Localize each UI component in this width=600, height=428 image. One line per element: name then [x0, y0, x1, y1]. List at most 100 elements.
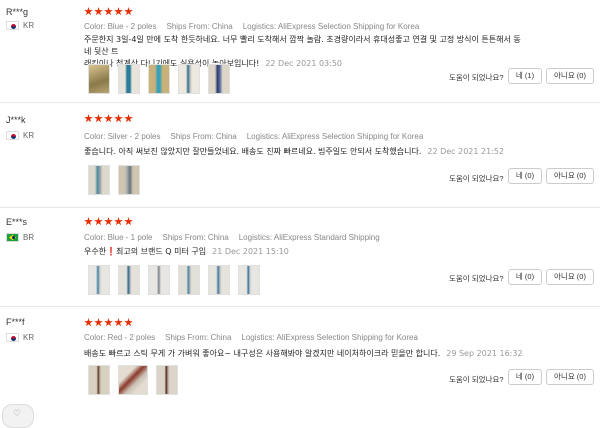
logistics: Logistics: AliExpress Standard Shipping: [238, 233, 380, 242]
helpful-yes-button[interactable]: 네 (0): [508, 269, 542, 285]
korea-flag-icon: [6, 21, 19, 30]
star-icon: [124, 318, 133, 327]
korea-flag-icon: [6, 131, 19, 140]
review-photo[interactable]: [178, 265, 200, 295]
helpful-label: 도움이 되었나요?: [449, 375, 504, 384]
ships-from: Ships From: China: [162, 233, 229, 242]
review-text-line: 좋습니다. 아직 써보진 않았지만 잘만들었네요. 배송도 진짜 빠르네요. 빔…: [84, 147, 422, 156]
review-photo[interactable]: [148, 265, 170, 295]
review-text: 배송도 빠르고 스틱 무게 가 가벼워 좋아요~ 내구성은 사용해봐야 알겠지만…: [84, 348, 544, 360]
star-rating: [84, 7, 133, 16]
reviewer-name: E***s: [6, 217, 28, 227]
review-photo[interactable]: [178, 64, 200, 94]
review-text: 우수한❗최고의 브랜드 Q 미터 구입 21 Dec 2021 15:10: [84, 246, 524, 258]
star-icon: [84, 217, 93, 226]
helpful-no-button[interactable]: 아니요 (0): [546, 68, 594, 84]
helpful-label: 도움이 되었나요?: [449, 274, 504, 283]
star-icon: [114, 318, 123, 327]
review-photo[interactable]: [208, 64, 230, 94]
star-icon: [124, 114, 133, 123]
country-code: BR: [23, 233, 35, 242]
reviewer-name: R***g: [6, 7, 29, 17]
review-photos: [88, 365, 178, 395]
review-date: 22 Dec 2021 21:52: [427, 147, 505, 156]
reviewer-name: F***f: [6, 317, 25, 327]
review-meta: Color: Blue - 1 pole Ships From: China L…: [84, 233, 380, 242]
review-text-line: 우수한❗최고의 브랜드 Q 미터 구입: [84, 247, 207, 256]
helpful-yes-button[interactable]: 네 (0): [508, 369, 542, 385]
helpful-label: 도움이 되었나요?: [449, 174, 504, 183]
ships-from: Ships From: China: [170, 132, 237, 141]
review-photo[interactable]: [156, 365, 178, 395]
star-icon: [114, 7, 123, 16]
review-photo[interactable]: [88, 265, 110, 295]
helpful-label: 도움이 되었나요?: [449, 73, 504, 82]
review-photo[interactable]: [88, 365, 110, 395]
logistics: Logistics: AliExpress Selection Shipping…: [246, 132, 424, 141]
review-photos: [88, 165, 140, 195]
star-icon: [114, 114, 123, 123]
star-icon: [84, 318, 93, 327]
brazil-flag-icon: [6, 233, 19, 242]
star-icon: [114, 217, 123, 226]
ships-from: Ships From: China: [165, 333, 232, 342]
review-photo[interactable]: [148, 64, 170, 94]
korea-flag-icon: [6, 333, 19, 342]
review-date: 22 Dec 2021 03:50: [265, 59, 343, 68]
star-icon: [94, 318, 103, 327]
wishlist-button[interactable]: ♡: [2, 404, 34, 428]
review-photo[interactable]: [118, 365, 148, 395]
star-icon: [94, 217, 103, 226]
helpful-no-button[interactable]: 아니요 (0): [546, 168, 594, 184]
divider: [0, 102, 600, 103]
star-rating: [84, 217, 133, 226]
star-icon: [104, 7, 113, 16]
review-photos: [88, 265, 260, 295]
reviewer-country: KR: [6, 333, 34, 342]
variant-color: Color: Red - 2 poles: [84, 333, 156, 342]
reviewer-name: J***k: [6, 115, 26, 125]
review-photo[interactable]: [118, 265, 140, 295]
star-icon: [84, 7, 93, 16]
review-photo[interactable]: [118, 165, 140, 195]
variant-color: Color: Blue - 1 pole: [84, 233, 153, 242]
star-icon: [104, 217, 113, 226]
helpful-yes-button[interactable]: 네 (1): [508, 68, 542, 84]
star-icon: [84, 114, 93, 123]
review-date: 29 Sep 2021 16:32: [446, 349, 523, 358]
star-icon: [124, 217, 133, 226]
review-photo[interactable]: [118, 64, 140, 94]
star-icon: [94, 114, 103, 123]
helpful-no-button[interactable]: 아니요 (0): [546, 269, 594, 285]
review-photo[interactable]: [88, 64, 110, 94]
country-code: KR: [23, 131, 35, 140]
logistics: Logistics: AliExpress Selection Shipping…: [241, 333, 418, 342]
review-photo[interactable]: [88, 165, 110, 195]
review-photo[interactable]: [238, 265, 260, 295]
country-code: KR: [23, 21, 35, 30]
star-icon: [104, 114, 113, 123]
divider: [0, 207, 600, 208]
heart-icon: ♡: [13, 409, 22, 419]
variant-color: Color: Silver - 2 poles: [84, 132, 161, 141]
star-rating: [84, 114, 133, 123]
review-text-line: 배송도 빠르고 스틱 무게 가 가벼워 좋아요~ 내구성은 사용해봐야 알겠지만…: [84, 349, 441, 358]
helpful-no-button[interactable]: 아니요 (0): [546, 369, 594, 385]
reviewer-country: KR: [6, 21, 34, 30]
reviewer-country: BR: [6, 233, 34, 242]
review-meta: Color: Red - 2 poles Ships From: China L…: [84, 333, 418, 342]
star-rating: [84, 318, 133, 327]
review-text-line: 주문한지 3일-4일 만에 도착 한듯하네요. 너무 빨리 도착해서 깜짝 놀람…: [84, 35, 521, 56]
star-icon: [94, 7, 103, 16]
star-icon: [124, 7, 133, 16]
review-meta: Color: Blue - 2 poles Ships From: China …: [84, 22, 419, 31]
ships-from: Ships From: China: [166, 22, 233, 31]
review-date: 21 Dec 2021 15:10: [212, 247, 289, 256]
logistics: Logistics: AliExpress Selection Shipping…: [242, 22, 420, 31]
variant-color: Color: Blue - 2 poles: [84, 22, 157, 31]
review-photo[interactable]: [208, 265, 230, 295]
review-meta: Color: Silver - 2 poles Ships From: Chin…: [84, 132, 423, 141]
country-code: KR: [23, 333, 35, 342]
divider: [0, 306, 600, 307]
helpful-yes-button[interactable]: 네 (0): [508, 168, 542, 184]
